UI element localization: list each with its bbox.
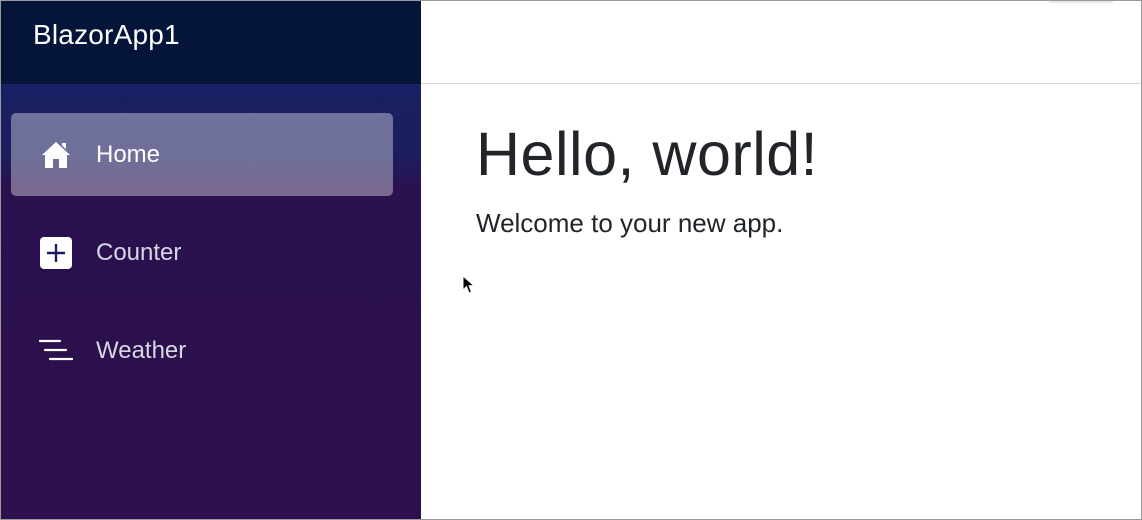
- content: Hello, world! Welcome to your new app.: [421, 84, 1141, 240]
- mouse-cursor-icon: [462, 275, 476, 294]
- nav-item-counter[interactable]: Counter: [11, 211, 393, 294]
- main-area: Hello, world! Welcome to your new app.: [421, 1, 1141, 519]
- page-title: Hello, world!: [476, 120, 819, 188]
- plus-square-icon: [39, 236, 73, 270]
- nav-item-home[interactable]: Home: [11, 113, 393, 196]
- top-row-divider: [1049, 1, 1113, 3]
- home-icon: [39, 138, 73, 172]
- top-row: [421, 1, 1141, 84]
- sidebar-header: BlazorApp1: [1, 1, 421, 84]
- nav-item-label: Weather: [96, 336, 187, 364]
- nav-menu: Home Counter Weather: [1, 84, 421, 392]
- nav-item-label: Counter: [96, 238, 182, 266]
- list-lines-icon: [39, 334, 73, 368]
- brand-link[interactable]: BlazorApp1: [33, 19, 180, 51]
- nav-item-label: Home: [96, 140, 161, 168]
- sidebar: BlazorApp1 Home Counter Weather: [1, 1, 421, 519]
- page-text: Welcome to your new app.: [476, 208, 784, 238]
- nav-item-weather[interactable]: Weather: [11, 309, 393, 392]
- app-window: BlazorApp1 Home Counter Weather Hello, w…: [0, 0, 1142, 520]
